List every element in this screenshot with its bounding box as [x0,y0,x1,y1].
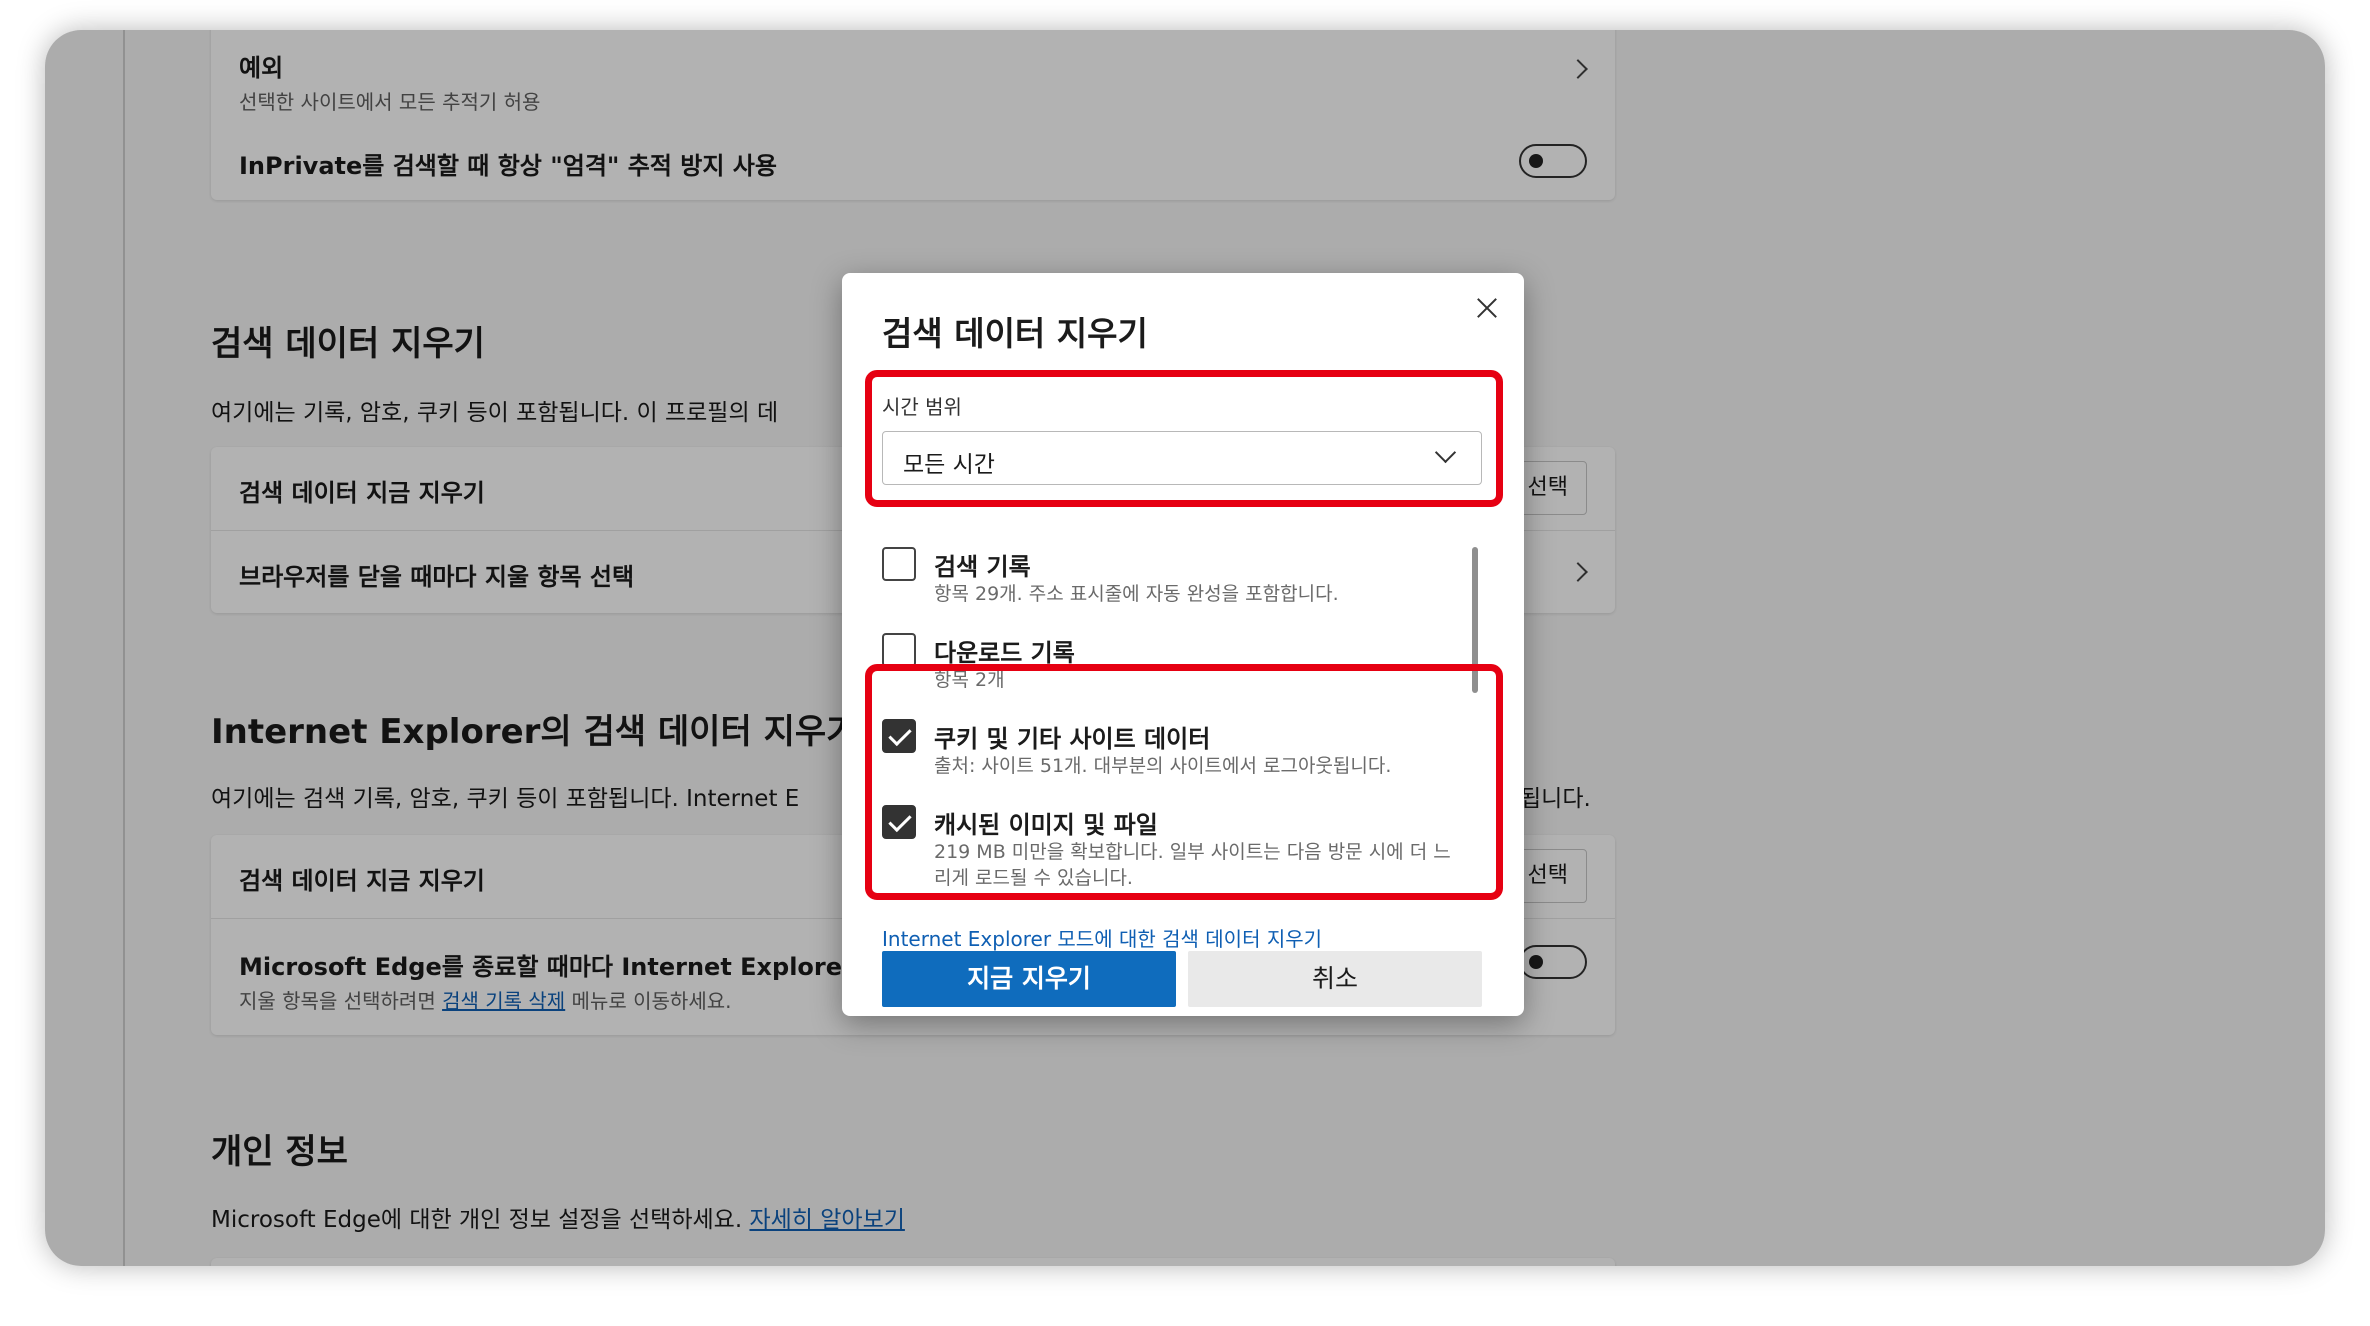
ie-mode-clear-link[interactable]: Internet Explorer 모드에 대한 검색 데이터 지우기 [882,923,1322,952]
clear-now-button[interactable]: 지금 지우기 [882,951,1176,1007]
checkbox-download-history[interactable] [882,633,916,667]
checkbox-browsing-history[interactable] [882,547,916,581]
highlight-cookies-cache [865,664,1503,900]
screenshot-frame: 예외 선택한 사이트에서 모든 추적기 허용 InPrivate를 검색할 때 … [45,30,2325,1266]
close-icon[interactable] [1470,291,1504,325]
highlight-time-range [865,370,1503,507]
option-title: 검색 기록 [934,553,1031,581]
option-subtitle: 항목 29개. 주소 표시줄에 자동 완성을 포함합니다. [934,583,1339,605]
option-title: 다운로드 기록 [934,639,1075,667]
cancel-button[interactable]: 취소 [1188,951,1482,1007]
dialog-title: 검색 데이터 지우기 [882,314,1148,353]
